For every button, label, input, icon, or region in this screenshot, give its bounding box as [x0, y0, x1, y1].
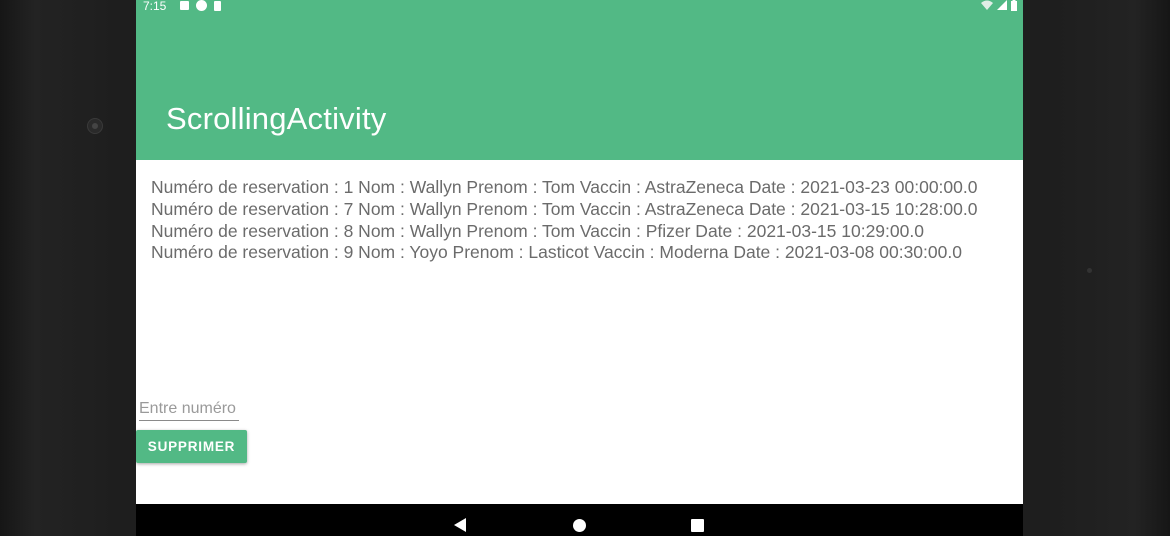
- list-item: Numéro de reservation : 9 Nom : Yoyo Pre…: [151, 242, 962, 263]
- home-icon[interactable]: [573, 519, 586, 532]
- a-notification-icon: [180, 1, 189, 10]
- list-item: Numéro de reservation : 7 Nom : Wallyn P…: [151, 198, 978, 219]
- back-icon[interactable]: [454, 518, 466, 532]
- list-item: Numéro de reservation : 8 Nom : Wallyn P…: [151, 220, 924, 241]
- tablet-frame: 7:15 ScrollingActivity Numéro de reserva…: [0, 0, 1170, 536]
- reservation-list: Numéro de reservation : 1 Nom : Wallyn P…: [151, 177, 1011, 264]
- reservation-number-input[interactable]: [139, 398, 239, 421]
- status-notification-icons: [180, 0, 221, 11]
- navigation-bar: [136, 504, 1023, 536]
- signal-icon: [997, 0, 1007, 10]
- recent-apps-icon[interactable]: [691, 519, 704, 532]
- proximity-sensor: [1087, 268, 1092, 273]
- battery-icon: [1011, 0, 1017, 11]
- status-time: 7:15: [143, 0, 167, 13]
- delete-button[interactable]: SUPPRIMER: [136, 430, 247, 463]
- page-title: ScrollingActivity: [166, 101, 387, 136]
- p-notification-icon: [196, 0, 207, 11]
- app-bar: 7:15 ScrollingActivity: [136, 0, 1023, 160]
- wifi-icon: [981, 0, 993, 10]
- status-bar: 7:15: [136, 0, 1023, 14]
- list-item: Numéro de reservation : 1 Nom : Wallyn P…: [151, 177, 978, 197]
- sd-card-icon: [214, 0, 221, 11]
- app-screen: 7:15 ScrollingActivity Numéro de reserva…: [136, 0, 1023, 536]
- front-camera: [87, 118, 103, 134]
- status-system-icons: [981, 0, 1017, 11]
